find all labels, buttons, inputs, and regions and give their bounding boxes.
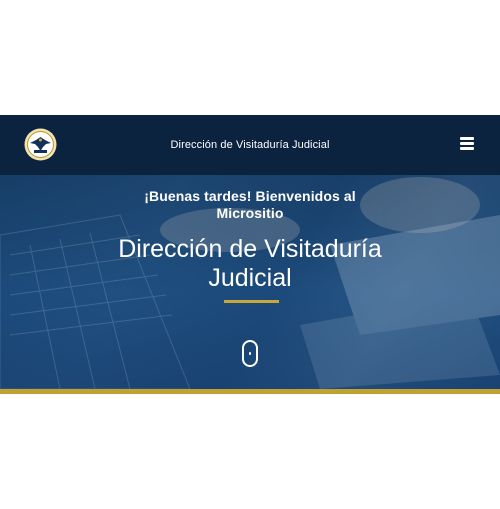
hero-banner: ¡Buenas tardes! Bienvenidos al Micrositi… [0, 175, 500, 389]
hero-title: Dirección de Visitaduría Judicial [118, 235, 382, 292]
gold-accent-band [0, 389, 500, 394]
hamburger-menu-icon[interactable] [460, 135, 476, 151]
greeting-text: ¡Buenas tardes! Bienvenidos al Micrositi… [144, 188, 356, 221]
title-divider [224, 300, 279, 303]
site-title[interactable]: Dirección de Visitaduría Judicial [0, 115, 500, 175]
scroll-wheel-dot [249, 352, 251, 355]
page: Dirección de Visitaduría Judicial ¡Buena… [0, 0, 500, 509]
top-navbar: Dirección de Visitaduría Judicial [0, 115, 500, 175]
scroll-down-mouse-icon[interactable] [242, 340, 258, 367]
